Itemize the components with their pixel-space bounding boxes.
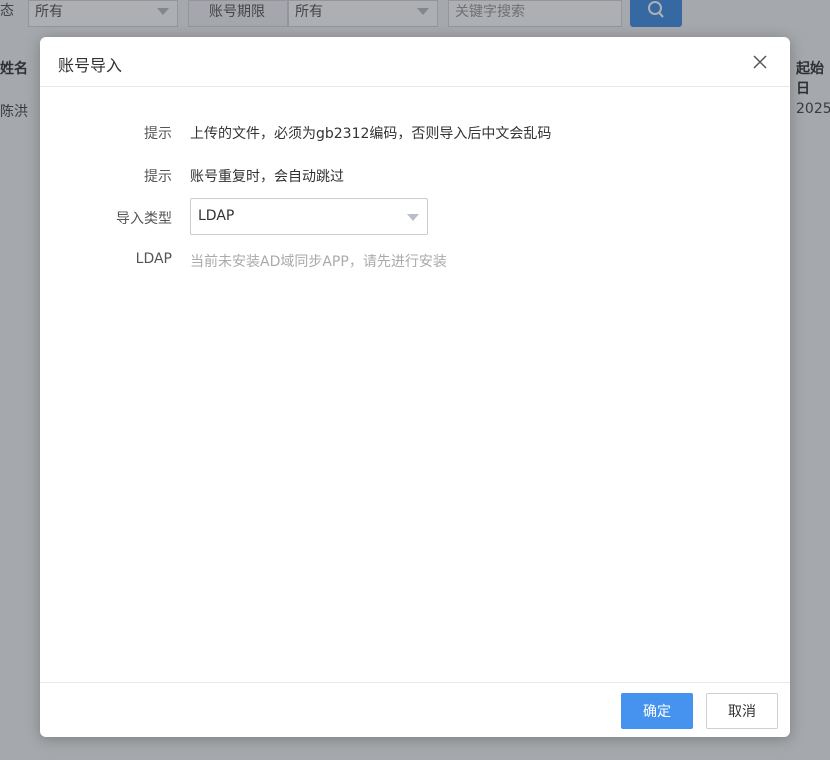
hint-label-2: 提示 <box>144 169 172 185</box>
import-type-value: LDAP <box>198 208 235 224</box>
account-import-dialog: 账号导入 提示 上传的文件，必须为gb2312编码，否则导入后中文会乱码 提示 … <box>40 37 790 737</box>
cancel-button[interactable]: 取消 <box>706 693 778 729</box>
dialog-header: 账号导入 <box>40 37 790 87</box>
ldap-label: LDAP <box>135 251 172 267</box>
import-type-label: 导入类型 <box>116 211 172 227</box>
close-icon[interactable] <box>752 54 768 70</box>
encoding-hint-text: 上传的文件，必须为gb2312编码，否则导入后中文会乱码 <box>190 126 552 142</box>
duplicate-hint-text: 账号重复时，会自动跳过 <box>190 169 344 185</box>
confirm-button[interactable]: 确定 <box>621 693 693 729</box>
hint-label-1: 提示 <box>144 126 172 142</box>
ldap-status-text: 当前未安装AD域同步APP，请先进行安装 <box>190 254 447 270</box>
chevron-down-icon <box>407 214 419 221</box>
import-type-select[interactable]: LDAP <box>190 198 428 235</box>
dialog-title: 账号导入 <box>58 56 123 75</box>
dialog-footer: 确定 取消 <box>40 682 790 737</box>
